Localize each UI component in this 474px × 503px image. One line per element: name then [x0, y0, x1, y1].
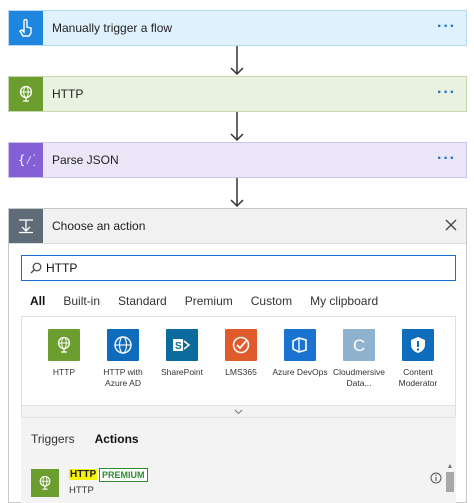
trigger-action-tabs: Triggers Actions	[31, 432, 159, 446]
result-item-http[interactable]: HTTP PREMIUM HTTP	[31, 466, 446, 502]
sharepoint-icon: S	[166, 329, 198, 361]
shield-alert-icon	[402, 329, 434, 361]
flow-step-parse-json[interactable]: {⁄} Parse JSON ···	[8, 142, 467, 178]
connector-grid: HTTP HTTP with Azure AD S SharePoint LMS…	[21, 316, 456, 406]
connector-azure-devops[interactable]: Azure DevOps	[270, 329, 330, 378]
hand-touch-icon	[9, 11, 43, 45]
globe-outline-icon	[107, 329, 139, 361]
connector-label: HTTP	[52, 367, 76, 377]
connector-http[interactable]: HTTP	[34, 329, 94, 378]
insert-action-icon	[9, 209, 43, 243]
letter-c-icon: C	[343, 329, 375, 361]
connector-label: HTTP with Azure AD	[103, 367, 143, 388]
globe-icon	[48, 329, 80, 361]
arrow-down-icon	[230, 46, 244, 76]
search-icon	[30, 262, 42, 274]
search-box[interactable]	[21, 255, 456, 281]
tab-built-in[interactable]: Built-in	[63, 294, 100, 308]
tab-standard[interactable]: Standard	[118, 294, 167, 308]
svg-text:S: S	[175, 341, 182, 352]
flow-step-http[interactable]: HTTP ···	[8, 76, 467, 112]
devops-icon	[284, 329, 316, 361]
results-pane: Triggers Actions HTTP PREMIUM HTTP ▲	[21, 418, 456, 503]
tab-my-clipboard[interactable]: My clipboard	[310, 294, 378, 308]
connector-category-tabs: All Built-in Standard Premium Custom My …	[30, 291, 396, 311]
chevron-down-icon	[234, 409, 243, 414]
info-icon[interactable]	[430, 472, 442, 484]
more-options-icon[interactable]: ···	[437, 150, 456, 168]
more-options-icon[interactable]: ···	[437, 84, 456, 102]
connector-label: SharePoint	[160, 367, 204, 377]
result-name: HTTP	[69, 469, 98, 480]
connector-content-moderator[interactable]: Content Moderator	[388, 329, 448, 389]
tab-all[interactable]: All	[30, 294, 45, 308]
tab-actions[interactable]: Actions	[95, 432, 139, 446]
panel-title: Choose an action	[52, 219, 146, 233]
connector-label: Azure DevOps	[272, 367, 328, 377]
step-title: Manually trigger a flow	[52, 21, 173, 35]
connector-cloudmersive[interactable]: C Cloudmersive Data...	[329, 329, 389, 389]
connector-lms365[interactable]: LMS365	[211, 329, 271, 378]
choose-action-header: Choose an action	[9, 209, 466, 244]
globe-icon	[9, 77, 43, 111]
svg-text:{⁄}: {⁄}	[18, 153, 35, 167]
result-subtitle: HTTP	[69, 485, 94, 496]
connector-http-azure-ad[interactable]: HTTP with Azure AD	[93, 329, 153, 389]
premium-badge: PREMIUM	[99, 468, 148, 482]
connector-label: Content Moderator	[398, 367, 438, 388]
tab-triggers[interactable]: Triggers	[31, 432, 75, 446]
flow-step-trigger[interactable]: Manually trigger a flow ···	[8, 10, 467, 46]
expand-connectors-button[interactable]	[21, 405, 456, 418]
arrow-down-icon	[230, 178, 244, 208]
curly-braces-icon: {⁄}	[9, 143, 43, 177]
globe-icon	[31, 469, 59, 497]
connector-sharepoint[interactable]: S SharePoint	[152, 329, 212, 378]
connector-label: Cloudmersive Data...	[333, 367, 385, 388]
scroll-up-icon[interactable]: ▲	[446, 463, 454, 470]
check-circle-icon	[225, 329, 257, 361]
step-title: HTTP	[52, 87, 84, 101]
close-icon[interactable]	[445, 219, 457, 231]
search-input[interactable]	[46, 261, 426, 275]
step-title: Parse JSON	[52, 153, 119, 167]
tab-premium[interactable]: Premium	[185, 294, 233, 308]
choose-action-panel: Choose an action All Built-in Standard P…	[8, 208, 467, 503]
arrow-down-icon	[230, 112, 244, 142]
more-options-icon[interactable]: ···	[437, 18, 456, 36]
connector-label: LMS365	[225, 367, 257, 377]
tab-custom[interactable]: Custom	[251, 294, 292, 308]
results-scrollbar[interactable]	[446, 472, 454, 492]
svg-text:C: C	[353, 336, 365, 355]
